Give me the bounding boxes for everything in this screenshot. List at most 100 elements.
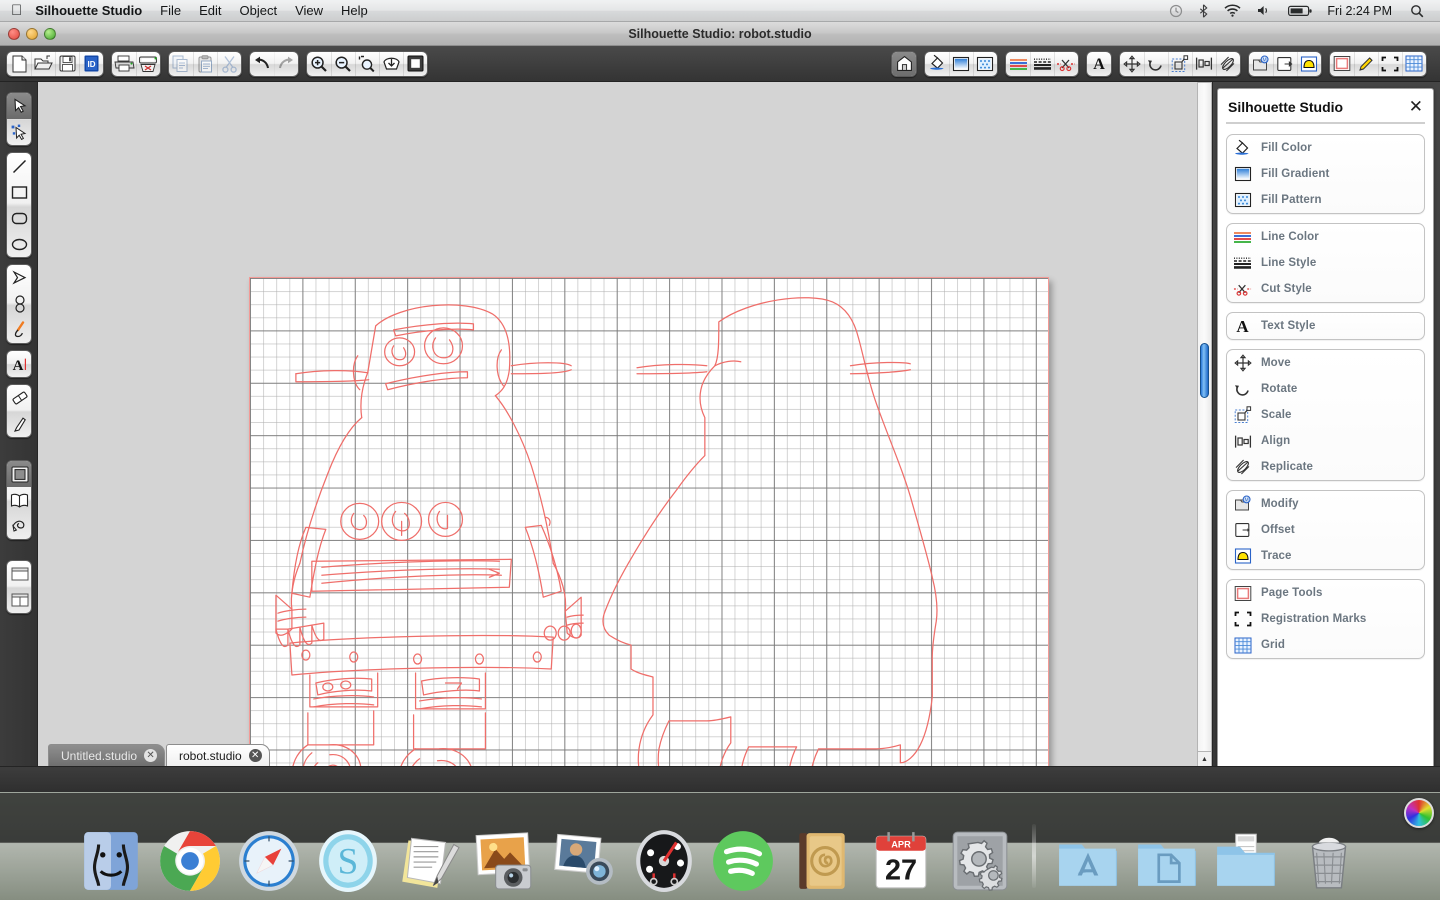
- split-view-button[interactable]: [7, 587, 31, 613]
- dock-item-dashboard[interactable]: [627, 820, 701, 894]
- print-button[interactable]: [112, 52, 136, 76]
- menu-app-name[interactable]: Silhouette Studio: [35, 0, 151, 22]
- my-library-button[interactable]: [892, 51, 916, 76]
- modify-button[interactable]: M: [1249, 52, 1273, 76]
- design-page-tool[interactable]: [6, 461, 31, 487]
- tab-robot-studio[interactable]: robot.studio ✕: [166, 744, 270, 766]
- save-to-library-button[interactable]: ID: [79, 52, 103, 76]
- new-document-button[interactable]: [7, 52, 31, 76]
- dock-item-finder[interactable]: [74, 820, 148, 894]
- panel-item-fill-pattern[interactable]: Fill Pattern: [1227, 187, 1424, 213]
- zoom-out-button[interactable]: [331, 52, 355, 76]
- dock-item-skype[interactable]: S: [311, 820, 385, 894]
- line-color-button[interactable]: [1006, 52, 1030, 76]
- scale-button[interactable]: [1168, 52, 1192, 76]
- dock-item-spotify[interactable]: [706, 820, 780, 894]
- panel-item-align[interactable]: Align: [1227, 428, 1424, 454]
- panel-item-scale[interactable]: Scale: [1227, 402, 1424, 428]
- rounded-rectangle-tool[interactable]: [7, 205, 31, 231]
- dock-item-calendar[interactable]: APR 27: [864, 820, 938, 894]
- paste-button[interactable]: [193, 52, 217, 76]
- ellipse-tool[interactable]: [7, 231, 31, 257]
- send-tool[interactable]: [7, 513, 31, 539]
- redo-button[interactable]: [274, 52, 298, 76]
- vertical-scrollbar-thumb[interactable]: [1200, 343, 1209, 398]
- robot-trace-drawing[interactable]: [250, 278, 1048, 792]
- dock-item-address-book[interactable]: [785, 820, 859, 894]
- curve-tool[interactable]: [7, 291, 31, 317]
- fill-color-button[interactable]: [925, 52, 949, 76]
- panel-item-cut-style[interactable]: Cut Style: [1227, 276, 1424, 302]
- menu-item-file[interactable]: File: [151, 0, 190, 22]
- panel-item-fill-color[interactable]: Fill Color: [1227, 135, 1424, 161]
- send-to-silhouette-button[interactable]: [136, 52, 160, 76]
- fill-gradient-button[interactable]: [949, 52, 973, 76]
- menu-item-object[interactable]: Object: [231, 0, 287, 22]
- panel-item-replicate[interactable]: Replicate: [1227, 454, 1424, 480]
- close-icon[interactable]: ✕: [248, 749, 262, 762]
- edit-points-tool[interactable]: [7, 119, 31, 145]
- zoom-selection-button[interactable]: [355, 52, 379, 76]
- battery-icon[interactable]: [1280, 5, 1321, 17]
- panel-item-offset[interactable]: Offset: [1227, 517, 1424, 543]
- grid-button[interactable]: [1402, 52, 1426, 76]
- sketch-pen-button[interactable]: [1354, 52, 1378, 76]
- offset-button[interactable]: [1273, 52, 1297, 76]
- single-view-button[interactable]: [7, 561, 31, 587]
- line-tool[interactable]: [7, 153, 31, 179]
- dock-item-iphoto[interactable]: [469, 820, 543, 894]
- open-document-button[interactable]: [31, 52, 55, 76]
- fit-to-page-button[interactable]: [379, 52, 403, 76]
- dock-item-textedit[interactable]: [390, 820, 464, 894]
- menu-item-view[interactable]: View: [286, 0, 332, 22]
- library-tool[interactable]: [7, 487, 31, 513]
- freehand-tool[interactable]: [7, 317, 31, 343]
- select-tool[interactable]: [6, 93, 31, 119]
- dock-item-trash[interactable]: [1292, 820, 1366, 894]
- save-document-button[interactable]: [55, 52, 79, 76]
- panel-item-page-tools[interactable]: Page Tools: [1227, 580, 1424, 606]
- cut-style-button[interactable]: [1054, 52, 1078, 76]
- panel-item-modify[interactable]: M Modify: [1227, 491, 1424, 517]
- panel-item-move[interactable]: Move: [1227, 350, 1424, 376]
- menu-item-help[interactable]: Help: [332, 0, 377, 22]
- panel-item-rotate[interactable]: Rotate: [1227, 376, 1424, 402]
- eraser-tool[interactable]: [7, 385, 31, 411]
- dock-item-documents-folder[interactable]: [1130, 820, 1204, 894]
- dock-item-applications-folder[interactable]: [1051, 820, 1125, 894]
- dock-item-downloads-folder[interactable]: [1209, 820, 1283, 894]
- time-machine-icon[interactable]: [1161, 4, 1191, 18]
- apple-icon[interactable]: : [11, 3, 22, 18]
- panel-item-text-style[interactable]: A Text Style: [1227, 313, 1424, 339]
- knife-tool[interactable]: [7, 411, 31, 437]
- rotate-button[interactable]: [1144, 52, 1168, 76]
- cut-button[interactable]: [217, 52, 241, 76]
- fill-pattern-button[interactable]: [973, 52, 997, 76]
- panel-item-line-style[interactable]: Line Style: [1227, 250, 1424, 276]
- color-wheel-icon[interactable]: [1404, 798, 1434, 828]
- dock-item-system-preferences[interactable]: [943, 820, 1017, 894]
- menu-bar-clock[interactable]: Fri 2:24 PM: [1321, 4, 1402, 18]
- panel-item-line-color[interactable]: Line Color: [1227, 224, 1424, 250]
- menu-item-edit[interactable]: Edit: [190, 0, 230, 22]
- vertical-scrollbar[interactable]: [1197, 82, 1212, 766]
- dock-item-google-chrome[interactable]: [153, 820, 227, 894]
- panel-item-grid[interactable]: Grid: [1227, 632, 1424, 658]
- volume-icon[interactable]: [1249, 4, 1280, 17]
- undo-button[interactable]: [250, 52, 274, 76]
- design-canvas[interactable]: ▲ ▼ ◀ ▶: [38, 82, 1212, 792]
- dock-item-photo-booth[interactable]: [548, 820, 622, 894]
- registration-marks-button[interactable]: [1378, 52, 1402, 76]
- panel-item-registration-marks[interactable]: Registration Marks: [1227, 606, 1424, 632]
- move-button[interactable]: [1120, 52, 1144, 76]
- page-tools-button[interactable]: [1330, 52, 1354, 76]
- tab-untitled-studio[interactable]: Untitled.studio ✕: [48, 744, 166, 766]
- zoom-in-button[interactable]: [307, 52, 331, 76]
- search-icon[interactable]: [1402, 4, 1432, 18]
- design-page[interactable]: [249, 277, 1049, 792]
- text-tool[interactable]: A: [7, 351, 31, 377]
- close-icon[interactable]: ✕: [1409, 98, 1423, 115]
- scroll-up-arrow-icon[interactable]: ▲: [1198, 752, 1211, 766]
- rectangle-tool[interactable]: [7, 179, 31, 205]
- line-style-button[interactable]: [1030, 52, 1054, 76]
